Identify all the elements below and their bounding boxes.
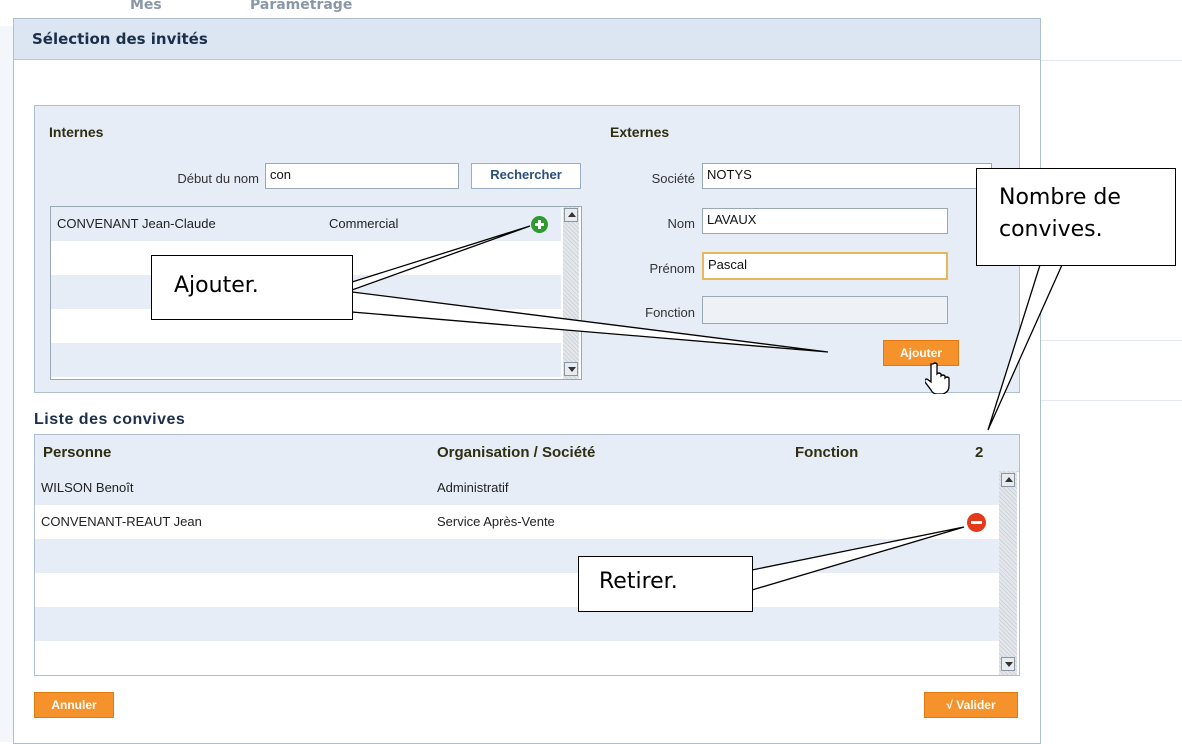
count-leader — [987, 264, 1064, 431]
callout-add-text: Ajouter. — [174, 273, 259, 298]
callout-count-line2: convives. — [999, 217, 1103, 242]
callout-count: Nombre de convives. — [976, 168, 1176, 266]
add-leader-to-button — [351, 291, 829, 353]
callout-remove: Retirer. — [578, 556, 753, 612]
callout-leaders — [351, 225, 1064, 591]
add-leader-to-plus — [351, 225, 531, 291]
callout-add: Ajouter. — [151, 255, 353, 320]
callout-remove-text: Retirer. — [599, 569, 678, 594]
remove-leader — [751, 526, 965, 591]
callout-count-line1: Nombre de — [999, 185, 1121, 210]
